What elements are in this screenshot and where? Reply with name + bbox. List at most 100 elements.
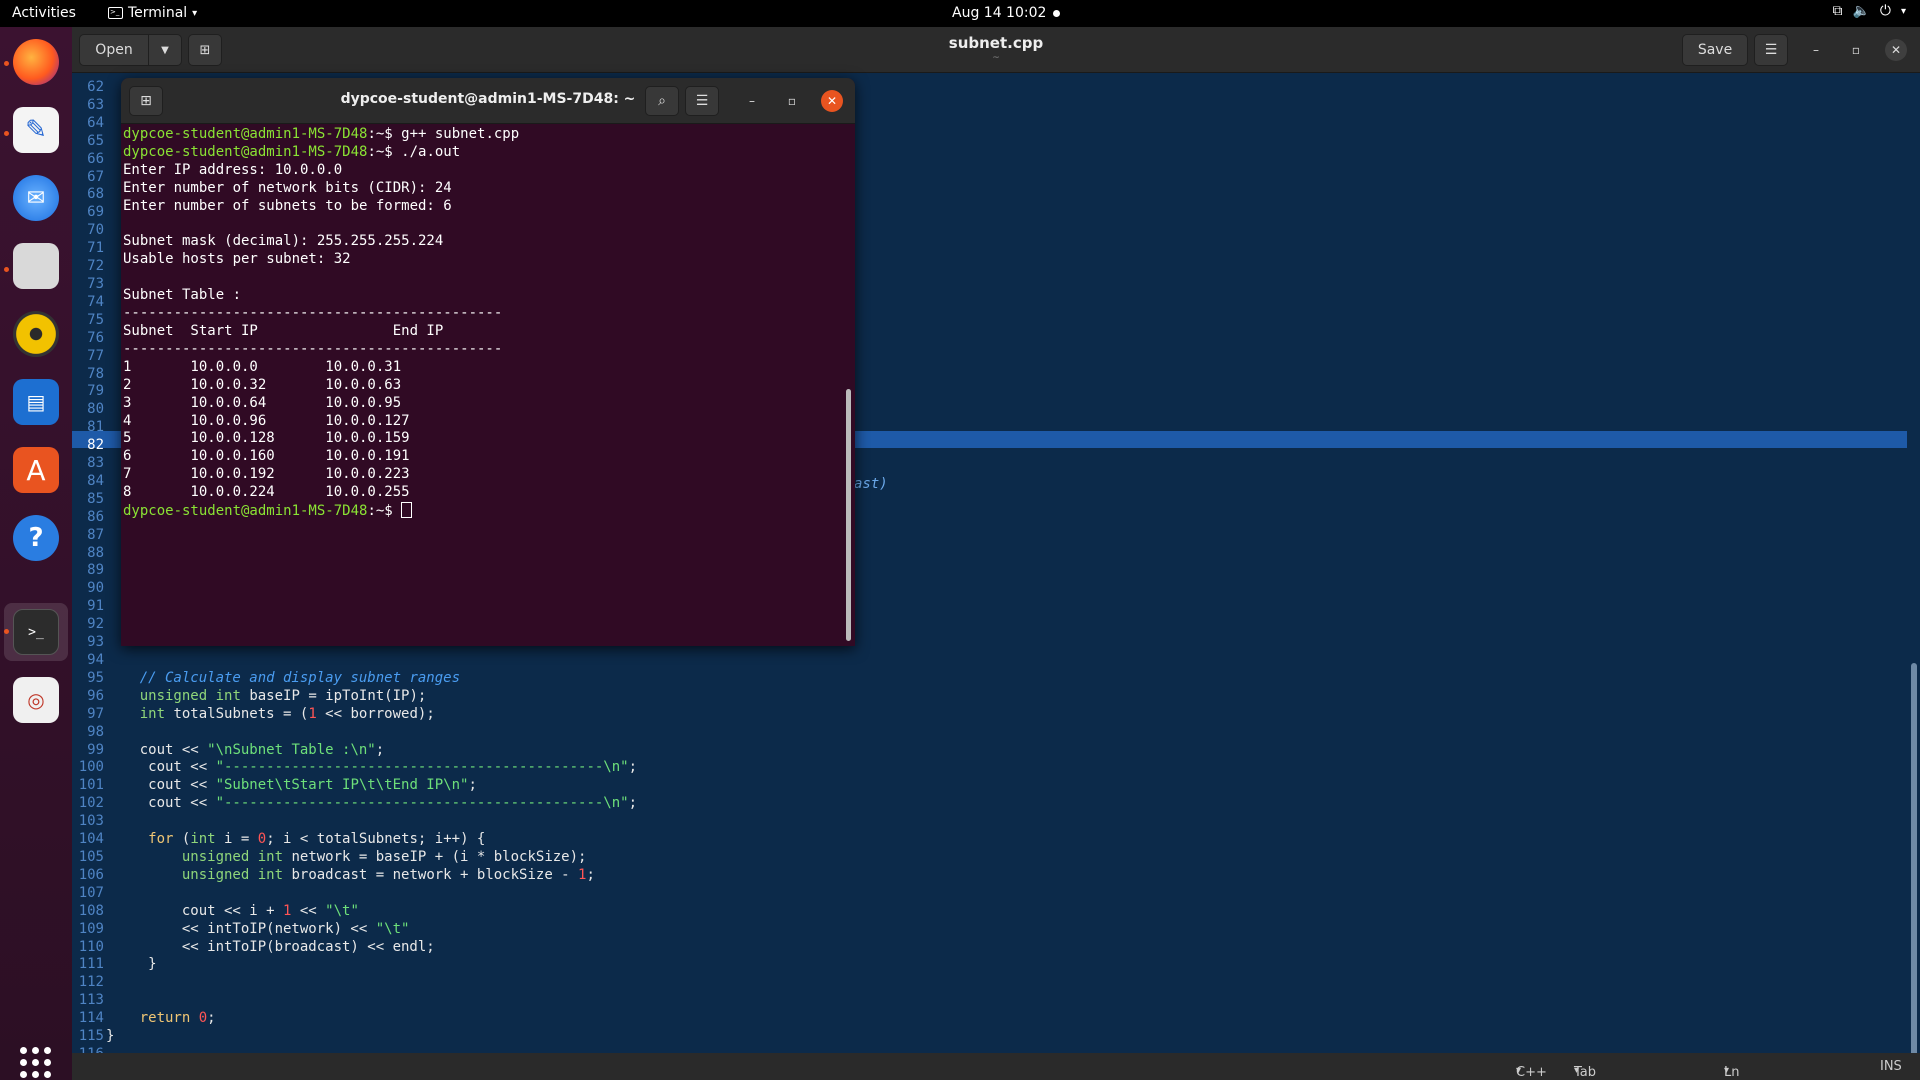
clock[interactable]: Aug 14 10:02: [952, 5, 1046, 21]
restore-icon: ▫: [1851, 43, 1861, 57]
app-menu[interactable]: >_ Terminal ▾: [108, 5, 197, 21]
line-number: 96: [87, 687, 104, 704]
dock: ✎ ✉ ▤ A ? >_ ◎: [0, 27, 72, 1080]
thunderbird-icon[interactable]: ✉: [13, 175, 59, 221]
start-ip: 10.0.0.32: [190, 376, 267, 393]
start-ip: 10.0.0.192: [190, 466, 275, 483]
terminal-line: dypcoe-student@admin1-MS-7D48:~$ ./a.out: [123, 144, 843, 162]
line-number: 95: [87, 669, 104, 686]
system-menu[interactable]: ⧉ 🔈 ⏻ ▾: [1832, 3, 1906, 19]
line-number: 106: [78, 866, 104, 883]
line-number: 89: [87, 562, 104, 579]
line-number: 69: [87, 204, 104, 221]
subnet-row: 8 10.0.0.224 10.0.0.255: [123, 484, 843, 502]
line-number: 80: [87, 401, 104, 418]
line-number: 64: [87, 114, 104, 131]
command-text: ./a.out: [401, 143, 461, 160]
end-ip: 10.0.0.31: [325, 358, 402, 375]
line-number: 90: [87, 580, 104, 597]
chevron-down-icon: ▾: [1574, 1065, 1580, 1076]
line-number: 116: [72, 1046, 104, 1053]
show-apps-icon[interactable]: [20, 1047, 51, 1078]
files-icon[interactable]: [13, 243, 59, 289]
subnet-number: 5: [123, 430, 132, 447]
prompt-suffix: :~$: [367, 503, 402, 520]
line-number: 114: [78, 1010, 104, 1027]
subnet-row: 4 10.0.0.96 10.0.0.127: [123, 413, 843, 431]
subnet-row: 7 10.0.0.192 10.0.0.223: [123, 466, 843, 484]
line-number: 102: [78, 795, 104, 812]
search-button[interactable]: ⌕: [645, 86, 679, 116]
prompt-suffix: :~$: [367, 126, 402, 142]
line-number: 103: [78, 813, 104, 830]
close-icon: ✕: [826, 94, 838, 108]
output-line: Subnet mask (decimal): 255.255.255.224: [123, 233, 444, 250]
prompt-user: dypcoe-student@admin1-MS-7D48: [123, 126, 368, 142]
firefox-icon[interactable]: [13, 39, 59, 85]
terminal-icon: >_: [108, 7, 123, 19]
subnet-number: 4: [123, 412, 132, 429]
start-ip: 10.0.0.64: [190, 394, 267, 411]
close-button[interactable]: ✕: [1885, 39, 1907, 61]
line-number-gutter: 62 63 64 65 66 67 68 69 70 71 72 73 74 75 76 77 78 79 80 81…: [72, 73, 104, 1053]
line-number: 101: [78, 777, 104, 794]
menu-icon: ☰: [1764, 42, 1778, 58]
prompt-user: dypcoe-student@admin1-MS-7D48: [123, 503, 368, 520]
line-number: 105: [78, 848, 104, 865]
app-menu-label: Terminal: [128, 5, 188, 21]
line-number: 115: [78, 1028, 104, 1045]
activities-button[interactable]: Activities: [12, 5, 76, 21]
minimize-button[interactable]: –: [1805, 39, 1827, 61]
output-line: ----------------------------------------…: [123, 340, 503, 357]
chevron-down-icon: ▾: [1516, 1065, 1522, 1076]
line-number: 83: [87, 455, 104, 472]
line-number: 84: [87, 472, 104, 489]
prompt-user: dypcoe-student@admin1-MS-7D48: [123, 143, 368, 160]
editor-scrollbar[interactable]: [1911, 663, 1917, 1053]
help-icon[interactable]: ?: [13, 515, 59, 561]
close-icon: ✕: [1890, 43, 1902, 57]
line-number: 68: [87, 186, 104, 203]
close-button[interactable]: ✕: [821, 90, 843, 112]
terminal-line: dypcoe-student@admin1-MS-7D48:~$: [123, 502, 843, 521]
line-number: 97: [87, 705, 104, 722]
writer-icon[interactable]: ▤: [13, 379, 59, 425]
chevron-down-icon: ▾: [1724, 1065, 1730, 1076]
rhythmbox-icon[interactable]: [13, 311, 59, 357]
minimize-button[interactable]: –: [741, 90, 763, 112]
line-number: 94: [87, 652, 104, 668]
tab-width-label: Tab Width: 5: [1574, 1065, 1597, 1080]
text-editor-icon[interactable]: ✎: [13, 107, 59, 153]
hamburger-menu-button[interactable]: ☰: [1754, 34, 1788, 66]
terminal-icon[interactable]: >_: [13, 609, 59, 655]
end-ip: 10.0.0.127: [325, 412, 410, 429]
line-number: 110: [78, 938, 104, 955]
editor-status-bar: C++ ▾ Tab Width: 5 ▾ Ln 82, Col 60 ▾ INS: [72, 1053, 1920, 1080]
start-ip: 10.0.0.128: [190, 430, 275, 447]
line-number: 104: [78, 831, 104, 848]
hamburger-menu-button[interactable]: ☰: [685, 86, 719, 116]
output-line: Subnet Start IP End IP: [123, 322, 444, 339]
terminal-output[interactable]: dypcoe-student@admin1-MS-7D48:~$ g++ sub…: [123, 125, 843, 641]
line-number: 78: [87, 365, 104, 382]
power-icon: ⏻: [1879, 3, 1891, 19]
restore-button[interactable]: ▫: [1845, 39, 1867, 61]
subnet-number: 6: [123, 448, 132, 465]
terminal-scrollbar[interactable]: [846, 389, 851, 641]
maximize-button[interactable]: ▫: [781, 90, 803, 112]
insert-mode-indicator[interactable]: INS: [1880, 1059, 1902, 1074]
document-viewer-icon[interactable]: ◎: [13, 677, 59, 723]
end-ip: 10.0.0.255: [325, 484, 410, 501]
line-number: 88: [87, 544, 104, 561]
save-button[interactable]: Save: [1682, 34, 1748, 66]
line-number: 74: [87, 293, 104, 310]
line-number: 85: [87, 490, 104, 507]
subnet-number: 8: [123, 484, 132, 501]
subnet-row: 5 10.0.0.128 10.0.0.159: [123, 430, 843, 448]
line-number: 65: [87, 132, 104, 149]
software-icon[interactable]: A: [13, 447, 59, 493]
end-ip: 10.0.0.223: [325, 466, 410, 483]
subnet-table-rows: 1 10.0.0.0 10.0.0.31 2 10.0.0.32 10.0.0.63 3 10…: [123, 359, 843, 502]
